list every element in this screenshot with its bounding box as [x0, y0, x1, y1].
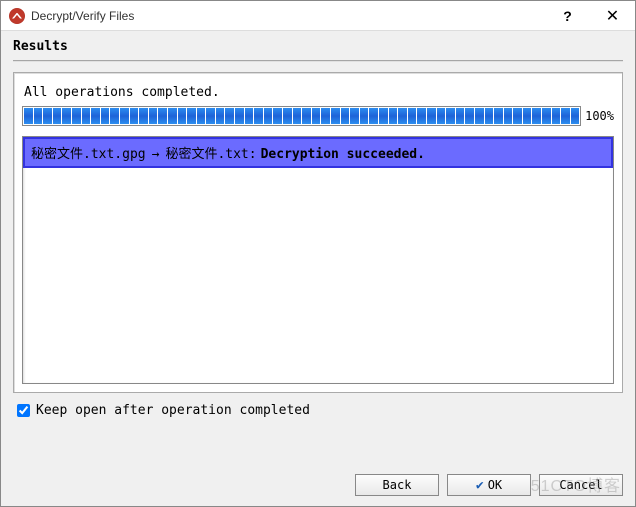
- results-list: 秘密文件.txt.gpg → 秘密文件.txt: Decryption succ…: [22, 136, 614, 384]
- status-message: All operations completed.: [22, 83, 614, 106]
- window-title: Decrypt/Verify Files: [31, 9, 545, 23]
- ok-button[interactable]: ✔ OK: [447, 474, 531, 496]
- arrow-icon: →: [150, 147, 162, 162]
- results-panel: All operations completed. 100% 秘密文件.txt.…: [13, 72, 623, 393]
- result-source: 秘密文件.txt.gpg: [31, 143, 146, 162]
- result-target: 秘密文件.txt:: [165, 143, 256, 162]
- divider: [13, 60, 623, 62]
- help-icon[interactable]: ?: [545, 1, 590, 30]
- cancel-button[interactable]: Cancel: [539, 474, 623, 496]
- titlebar: Decrypt/Verify Files ? ✕: [1, 1, 635, 31]
- keep-open-label: Keep open after operation completed: [36, 403, 310, 418]
- keep-open-checkbox-row[interactable]: Keep open after operation completed: [17, 403, 623, 418]
- keep-open-checkbox[interactable]: [17, 404, 30, 417]
- back-button[interactable]: Back: [355, 474, 439, 496]
- result-row[interactable]: 秘密文件.txt.gpg → 秘密文件.txt: Decryption succ…: [23, 137, 613, 168]
- app-icon: [9, 8, 25, 24]
- progress-percent: 100%: [585, 109, 614, 123]
- progress-bar: [22, 106, 581, 126]
- result-status: Decryption succeeded.: [261, 147, 425, 162]
- close-icon[interactable]: ✕: [590, 1, 635, 30]
- check-icon: ✔: [476, 478, 484, 493]
- section-heading: Results: [13, 39, 623, 54]
